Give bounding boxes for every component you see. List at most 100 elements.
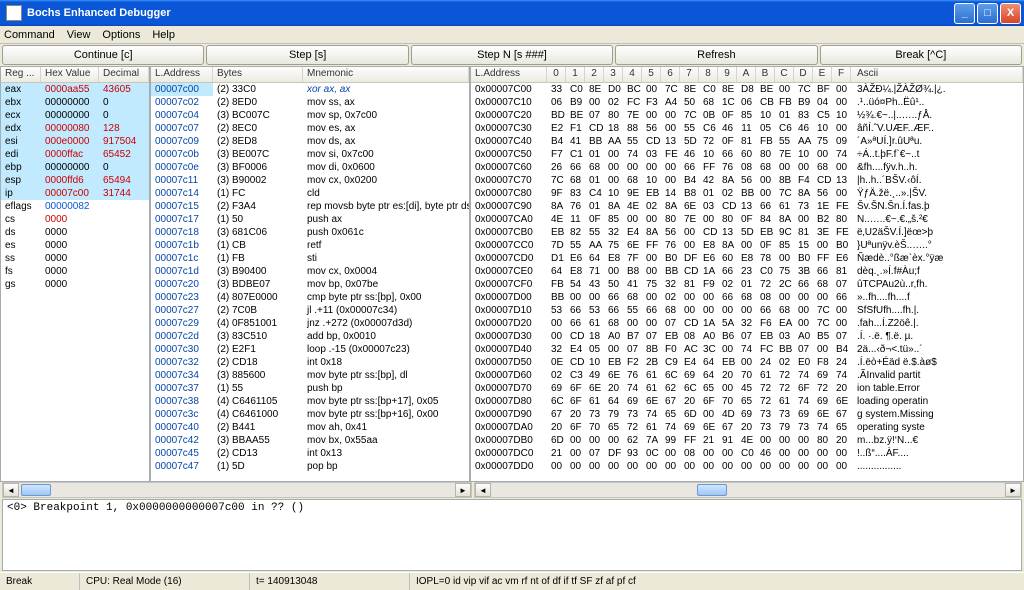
memory-row[interactable]: 0x00007CA04E110F850000807E00800F848A00B2… xyxy=(471,213,1023,226)
dis-col-mnem[interactable]: Mnemonic xyxy=(303,67,469,82)
memory-row[interactable]: 0x00007DD0000000000000000000000000000000… xyxy=(471,460,1023,473)
mem-col-hex[interactable]: 5 xyxy=(642,67,661,82)
mem-col-hex[interactable]: A xyxy=(737,67,756,82)
mem-col-hex[interactable]: 9 xyxy=(718,67,737,82)
register-row[interactable]: ebx000000000 xyxy=(1,96,149,109)
memory-row[interactable]: 0x00007D90672073797374656D004D697373696E… xyxy=(471,408,1023,421)
disasm-row[interactable]: 00007c30(2) E2F1loop .-15 (0x00007c23) xyxy=(151,343,469,356)
memory-row[interactable]: 0x00007C908A76018A4E028A6E03CD136661731E… xyxy=(471,200,1023,213)
memory-row[interactable]: 0x00007C40B441BBAA55CD135D720F81FB55AA75… xyxy=(471,135,1023,148)
minimize-button[interactable]: _ xyxy=(954,3,975,24)
disassembly-list[interactable]: 00007c00(2) 33C0xor ax, ax00007c02(2) 8E… xyxy=(151,83,469,473)
left-scrollbar[interactable]: ◄ ► xyxy=(2,482,472,498)
maximize-button[interactable]: □ xyxy=(977,3,998,24)
memory-row[interactable]: 0x00007D00BB0000666800020000666808000000… xyxy=(471,291,1023,304)
scroll-left-icon[interactable]: ◄ xyxy=(3,483,19,497)
reg-col-name[interactable]: Reg ... xyxy=(1,67,41,82)
disasm-row[interactable]: 00007c15(2) F3A4rep movsb byte ptr es:[d… xyxy=(151,200,469,213)
disasm-row[interactable]: 00007c37(1) 55push bp xyxy=(151,382,469,395)
disasm-row[interactable]: 00007c17(1) 50push ax xyxy=(151,213,469,226)
dis-col-addr[interactable]: L.Address xyxy=(151,67,213,82)
disasm-row[interactable]: 00007c00(2) 33C0xor ax, ax xyxy=(151,83,469,96)
memory-row[interactable]: 0x00007CC07D55AA756EFF7600E88A000F851500… xyxy=(471,239,1023,252)
disasm-row[interactable]: 00007c07(2) 8EC0mov es, ax xyxy=(151,122,469,135)
memory-row[interactable]: 0x00007D500ECD10EBF22BC9E464EB002402E0F8… xyxy=(471,356,1023,369)
mem-col-hex[interactable]: F xyxy=(832,67,851,82)
refresh-button[interactable]: Refresh xyxy=(615,45,817,65)
register-row[interactable]: eax0000aa5543605 xyxy=(1,83,149,96)
disasm-row[interactable]: 00007c20(3) BDBE07mov bp, 0x07be xyxy=(151,278,469,291)
memory-row[interactable]: 0x00007D3000CD18A0B707EB08A0B607EB03A0B5… xyxy=(471,330,1023,343)
mem-col-hex[interactable]: 6 xyxy=(661,67,680,82)
mem-col-hex[interactable]: 2 xyxy=(585,67,604,82)
menu-view[interactable]: View xyxy=(67,29,91,41)
disasm-row[interactable]: 00007c45(2) CD13int 0x13 xyxy=(151,447,469,460)
memory-row[interactable]: 0x00007C20BDBE07807E00007C0B0F85100183C5… xyxy=(471,109,1023,122)
mem-col-ascii[interactable]: Ascii xyxy=(851,67,1023,82)
disasm-row[interactable]: 00007c40(2) B441mov ah, 0x41 xyxy=(151,421,469,434)
disasm-row[interactable]: 00007c27(2) 7C0Bjl .+11 (0x00007c34) xyxy=(151,304,469,317)
memory-row[interactable]: 0x00007C809F83C4109EEB14B80102BB007C8A56… xyxy=(471,187,1023,200)
mem-col-hex[interactable]: 3 xyxy=(604,67,623,82)
mem-col-hex[interactable]: 0 xyxy=(547,67,566,82)
memory-list[interactable]: 0x00007C0033C08ED0BC007C8EC08ED8BE007CBF… xyxy=(471,83,1023,473)
reg-col-hex[interactable]: Hex Value xyxy=(41,67,99,82)
mem-col-hex[interactable]: 7 xyxy=(680,67,699,82)
register-row[interactable]: ds0000 xyxy=(1,226,149,239)
disasm-row[interactable]: 00007c0b(3) BE007Cmov si, 0x7c00 xyxy=(151,148,469,161)
register-row[interactable]: ebp000000000 xyxy=(1,161,149,174)
mem-col-hex[interactable]: 1 xyxy=(566,67,585,82)
memory-row[interactable]: 0x00007D6002C3496E76616C6964207061727469… xyxy=(471,369,1023,382)
disasm-row[interactable]: 00007c1d(3) B90400mov cx, 0x0004 xyxy=(151,265,469,278)
continue-button[interactable]: Continue [c] xyxy=(2,45,204,65)
break-button[interactable]: Break [^C] xyxy=(820,45,1022,65)
disasm-row[interactable]: 00007c11(3) B90002mov cx, 0x0200 xyxy=(151,174,469,187)
memory-row[interactable]: 0x00007C30E2F1CD1888560055C6461105C64610… xyxy=(471,122,1023,135)
scroll-right-icon[interactable]: ► xyxy=(455,483,471,497)
menu-help[interactable]: Help xyxy=(152,29,175,41)
register-row[interactable]: esi000e0000917504 xyxy=(1,135,149,148)
memory-row[interactable]: 0x00007CD0D1E664E87F00B0DFE660E87800B0FF… xyxy=(471,252,1023,265)
disasm-row[interactable]: 00007c3c(4) C6461000mov byte ptr ss:[bp+… xyxy=(151,408,469,421)
register-row[interactable]: gs0000 xyxy=(1,278,149,291)
memory-row[interactable]: 0x00007C602666680000000066FF760868000068… xyxy=(471,161,1023,174)
register-row[interactable]: cs0000 xyxy=(1,213,149,226)
disasm-row[interactable]: 00007c47(1) 5Dpop bp xyxy=(151,460,469,473)
disasm-row[interactable]: 00007c18(3) 681C06push 0x061c xyxy=(151,226,469,239)
register-row[interactable]: eflags00000082 xyxy=(1,200,149,213)
register-row[interactable]: fs0000 xyxy=(1,265,149,278)
menu-command[interactable]: Command xyxy=(4,29,55,41)
console-output[interactable]: <0> Breakpoint 1, 0x0000000000007c00 in … xyxy=(2,499,1022,571)
registers-list[interactable]: eax0000aa5543605ebx000000000ecx000000000… xyxy=(1,83,149,291)
disasm-row[interactable]: 00007c2d(3) 83C510add bp, 0x0010 xyxy=(151,330,469,343)
mem-col-addr[interactable]: L.Address xyxy=(471,67,547,82)
memory-row[interactable]: 0x00007D2000666168000007CD1A5A32F6EA007C… xyxy=(471,317,1023,330)
memory-row[interactable]: 0x00007D1053665366556668000000006668007C… xyxy=(471,304,1023,317)
scroll-left-icon[interactable]: ◄ xyxy=(475,483,491,497)
right-scrollbar[interactable]: ◄ ► xyxy=(474,482,1022,498)
mem-col-hex[interactable]: E xyxy=(813,67,832,82)
disasm-row[interactable]: 00007c09(2) 8ED8mov ds, ax xyxy=(151,135,469,148)
disasm-row[interactable]: 00007c1c(1) FBsti xyxy=(151,252,469,265)
disasm-row[interactable]: 00007c02(2) 8ED0mov ss, ax xyxy=(151,96,469,109)
register-row[interactable]: ecx000000000 xyxy=(1,109,149,122)
disasm-row[interactable]: 00007c0e(3) BF0006mov di, 0x0600 xyxy=(151,161,469,174)
disasm-row[interactable]: 00007c42(3) BBAA55mov bx, 0x55aa xyxy=(151,434,469,447)
mem-col-hex[interactable]: C xyxy=(775,67,794,82)
dis-col-bytes[interactable]: Bytes xyxy=(213,67,303,82)
memory-row[interactable]: 0x00007C50F7C101007403FE46106660807E1000… xyxy=(471,148,1023,161)
disasm-row[interactable]: 00007c38(4) C6461105mov byte ptr ss:[bp+… xyxy=(151,395,469,408)
reg-col-dec[interactable]: Decimal xyxy=(99,67,149,82)
menu-options[interactable]: Options xyxy=(102,29,140,41)
disasm-row[interactable]: 00007c04(3) BC007Cmov sp, 0x7c00 xyxy=(151,109,469,122)
mem-col-hex[interactable]: 8 xyxy=(699,67,718,82)
memory-row[interactable]: 0x00007C707C680100681000B4428A56008BF4CD… xyxy=(471,174,1023,187)
register-row[interactable]: edi0000ffac65452 xyxy=(1,148,149,161)
scroll-right-icon[interactable]: ► xyxy=(1005,483,1021,497)
memory-row[interactable]: 0x00007D70696F6E207461626C65004572726F72… xyxy=(471,382,1023,395)
register-row[interactable]: edx00000080128 xyxy=(1,122,149,135)
disasm-row[interactable]: 00007c14(1) FCcld xyxy=(151,187,469,200)
mem-col-hex[interactable]: B xyxy=(756,67,775,82)
disasm-row[interactable]: 00007c23(4) 807E0000cmp byte ptr ss:[bp]… xyxy=(151,291,469,304)
memory-row[interactable]: 0x00007DB06D000000627A99FF21914E00000080… xyxy=(471,434,1023,447)
